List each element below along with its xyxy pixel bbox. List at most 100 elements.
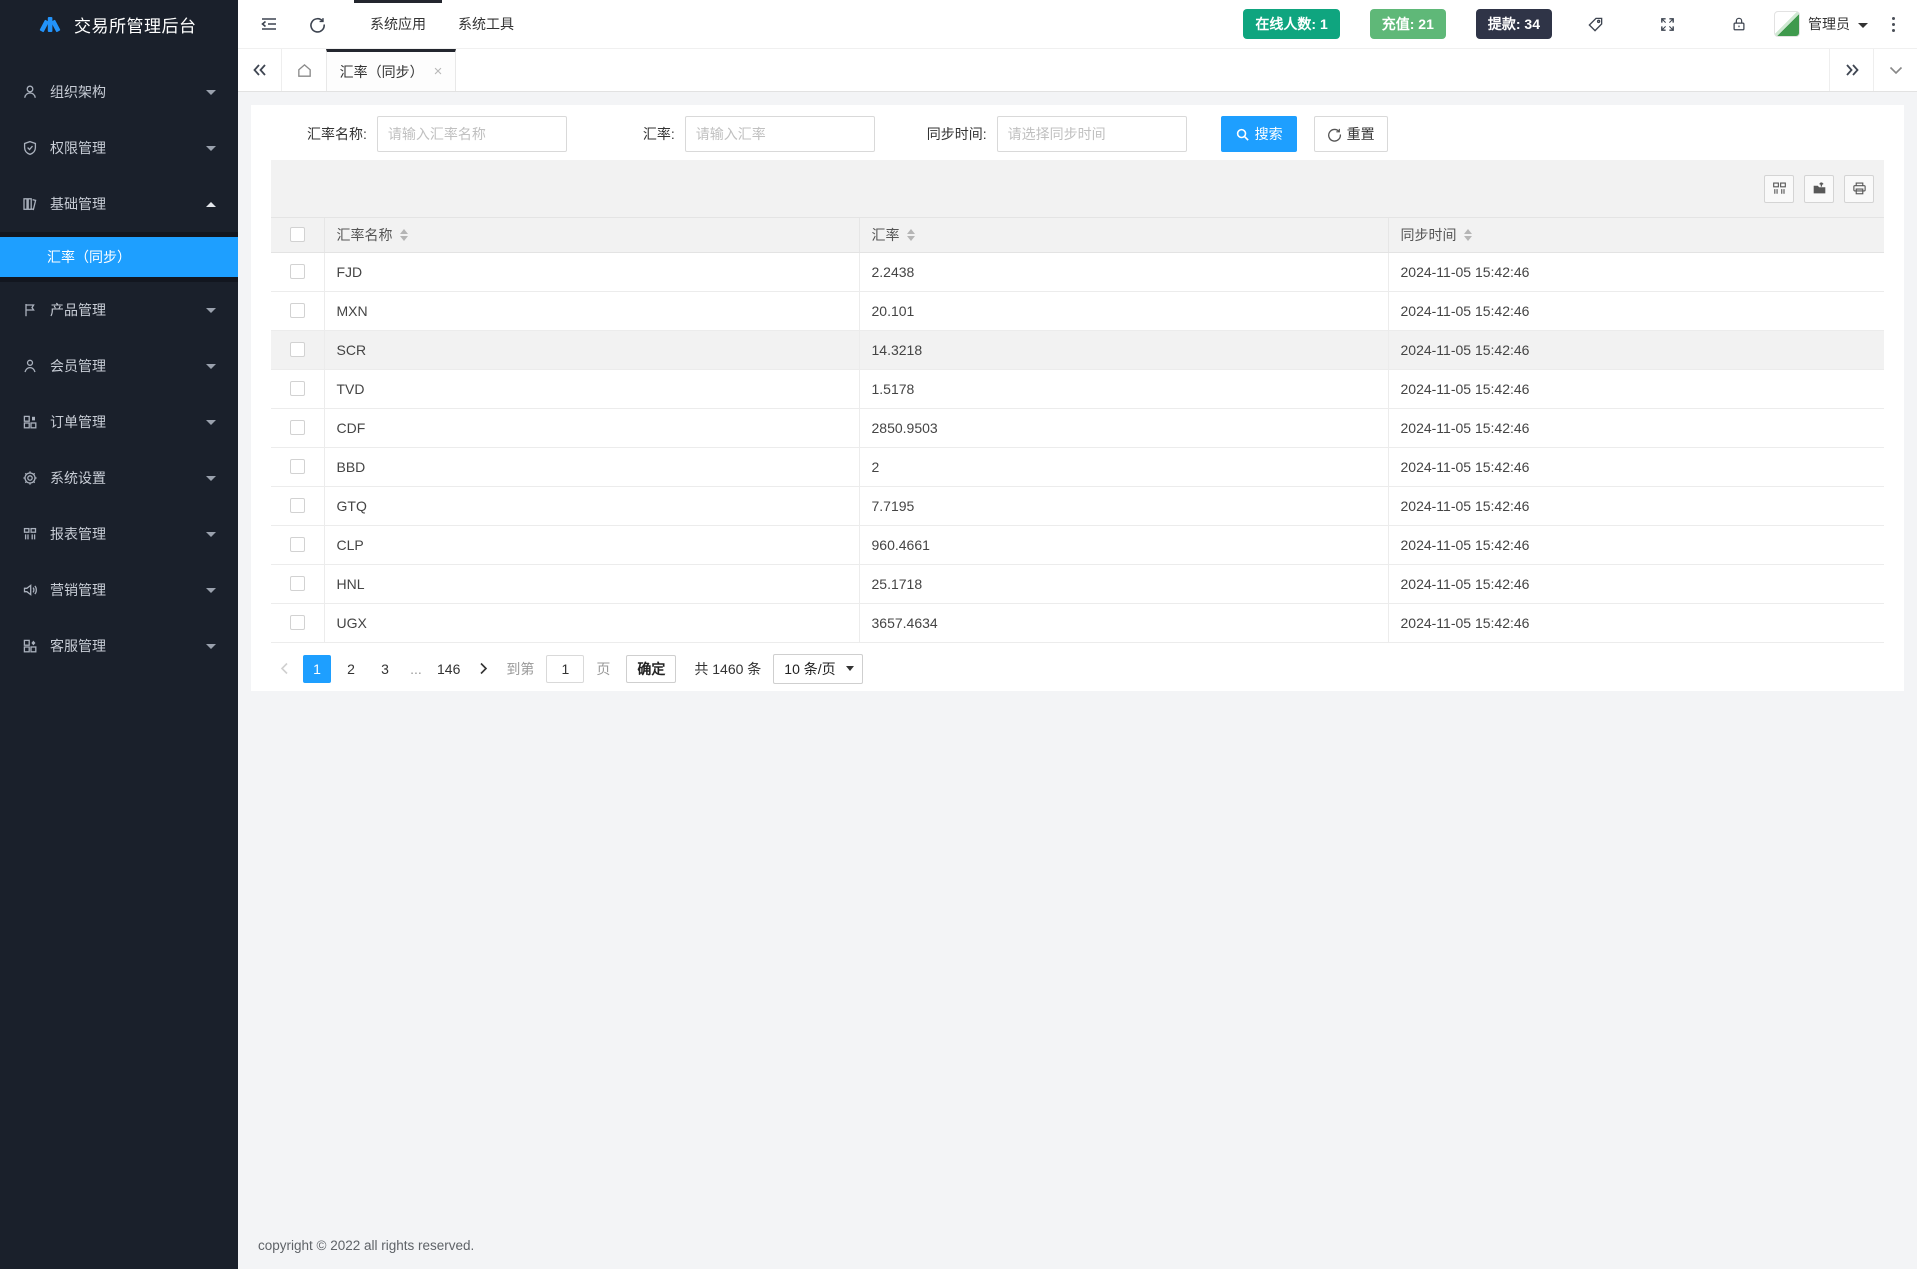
tabs-menu-button[interactable] [1873,49,1917,91]
row-checkbox[interactable] [290,303,305,318]
columns-filter-icon[interactable] [1764,175,1794,203]
reset-button[interactable]: 重置 [1314,116,1388,152]
table-row[interactable]: HNL 25.1718 2024-11-05 15:42:46 [271,564,1884,603]
rate-input[interactable] [685,116,875,152]
export-icon[interactable] [1804,175,1834,203]
row-checkbox[interactable] [290,615,305,630]
chevron-down-icon [206,90,216,95]
row-checkbox[interactable] [290,537,305,552]
user-menu[interactable]: 管理员 [1774,11,1868,37]
row-checkbox[interactable] [290,342,305,357]
column-header-rate-name[interactable]: 汇率名称 [324,218,859,252]
next-page-button[interactable] [470,655,496,683]
print-icon[interactable] [1844,175,1874,203]
page-size-select[interactable]: 10 条/页 [773,654,862,684]
sidebar-item-label: 系统设置 [50,468,106,488]
table-row[interactable]: MXN 20.101 2024-11-05 15:42:46 [271,291,1884,330]
lock-icon[interactable] [1726,11,1752,37]
page-button[interactable]: 146 [433,655,464,683]
fullscreen-icon[interactable] [1654,11,1680,37]
chevron-down-icon [206,476,216,481]
sidebar-item-marketing[interactable]: 营销管理 [0,562,238,618]
table-row[interactable]: BBD 2 2024-11-05 15:42:46 [271,447,1884,486]
sort-icon[interactable] [907,229,915,241]
column-label: 汇率 [872,225,900,245]
column-header-sync-time[interactable]: 同步时间 [1388,218,1884,252]
cell-sync-time: 2024-11-05 15:42:46 [1388,369,1884,408]
sidebar-item-exchange-rate-sync[interactable]: 汇率（同步） [0,237,238,277]
page-button[interactable]: 3 [371,655,399,683]
page-button[interactable]: 2 [337,655,365,683]
table-row[interactable]: TVD 1.5178 2024-11-05 15:42:46 [271,369,1884,408]
cell-sync-time: 2024-11-05 15:42:46 [1388,330,1884,369]
search-icon [1235,127,1250,142]
topnav-system-apps[interactable]: 系统应用 [354,0,442,49]
online-count-badge[interactable]: 在线人数: 1 [1243,9,1339,39]
sort-icon[interactable] [400,229,408,241]
page-button[interactable]: 1 [303,655,331,683]
tab-bar: 汇率（同步） × [238,49,1917,92]
sidebar-item-basic[interactable]: 基础管理 [0,176,238,232]
cell-rate-name: FJD [324,252,859,291]
page-jump-input[interactable] [546,655,584,683]
sidebar-item-permissions[interactable]: 权限管理 [0,120,238,176]
chevron-down-icon [846,666,854,671]
cell-rate: 25.1718 [859,564,1388,603]
column-header-rate[interactable]: 汇率 [859,218,1388,252]
tabs-scroll-right-button[interactable] [1829,49,1873,91]
logo: 交易所管理后台 [0,0,238,49]
sort-icon[interactable] [1464,229,1472,241]
row-checkbox[interactable] [290,498,305,513]
chevron-down-icon [1858,23,1868,28]
close-icon[interactable]: × [434,64,443,79]
books-icon [22,196,38,212]
tag-icon[interactable] [1582,11,1608,37]
sidebar-collapse-button[interactable] [256,11,282,37]
withdraw-badge[interactable]: 提款: 34 [1476,9,1552,39]
rate-name-input[interactable] [377,116,567,152]
topnav-system-tools[interactable]: 系统工具 [442,0,530,49]
cell-rate: 1.5178 [859,369,1388,408]
refresh-icon[interactable] [304,11,330,37]
header-tools [1582,11,1752,37]
home-tab-button[interactable] [282,49,326,91]
cell-rate: 2.2438 [859,252,1388,291]
table-row[interactable]: SCR 14.3218 2024-11-05 15:42:46 [271,330,1884,369]
row-checkbox[interactable] [290,381,305,396]
column-label: 汇率名称 [337,225,393,245]
sidebar-item-settings[interactable]: 系统设置 [0,450,238,506]
deposit-badge[interactable]: 充值: 21 [1370,9,1446,39]
table-row[interactable]: CDF 2850.9503 2024-11-05 15:42:46 [271,408,1884,447]
gear-icon [22,470,38,486]
column-label: 同步时间 [1401,225,1457,245]
cell-rate-name: SCR [324,330,859,369]
table-row[interactable]: UGX 3657.4634 2024-11-05 15:42:46 [271,603,1884,642]
confirm-page-button[interactable]: 确定 [626,655,676,683]
sidebar-item-products[interactable]: 产品管理 [0,282,238,338]
table-row[interactable]: GTQ 7.7195 2024-11-05 15:42:46 [271,486,1884,525]
table-row[interactable]: CLP 960.4661 2024-11-05 15:42:46 [271,525,1884,564]
more-options-icon[interactable] [1888,13,1899,36]
sidebar-item-orders[interactable]: 订单管理 [0,394,238,450]
sync-time-input[interactable] [997,116,1187,152]
row-checkbox[interactable] [290,420,305,435]
field-label: 同步时间: [927,124,987,144]
sidebar-item-org[interactable]: 组织架构 [0,64,238,120]
sidebar-item-label: 订单管理 [50,412,106,432]
grid-plus-icon [22,638,38,654]
sidebar-item-support[interactable]: 客服管理 [0,618,238,674]
select-all-checkbox[interactable] [290,227,305,242]
sidebar-item-members[interactable]: 会员管理 [0,338,238,394]
table-row[interactable]: FJD 2.2438 2024-11-05 15:42:46 [271,252,1884,291]
chevron-up-icon [206,202,216,207]
tabs-scroll-left-button[interactable] [238,49,282,91]
tab-exchange-rate-sync[interactable]: 汇率（同步） × [326,49,456,91]
prev-page-button[interactable] [271,655,297,683]
sidebar-item-reports[interactable]: 报表管理 [0,506,238,562]
cell-rate: 7.7195 [859,486,1388,525]
row-checkbox[interactable] [290,576,305,591]
top-header: 系统应用 系统工具 在线人数: 1 充值: 21 提款: 34 [238,0,1917,49]
row-checkbox[interactable] [290,459,305,474]
row-checkbox[interactable] [290,264,305,279]
search-button[interactable]: 搜索 [1221,116,1297,152]
